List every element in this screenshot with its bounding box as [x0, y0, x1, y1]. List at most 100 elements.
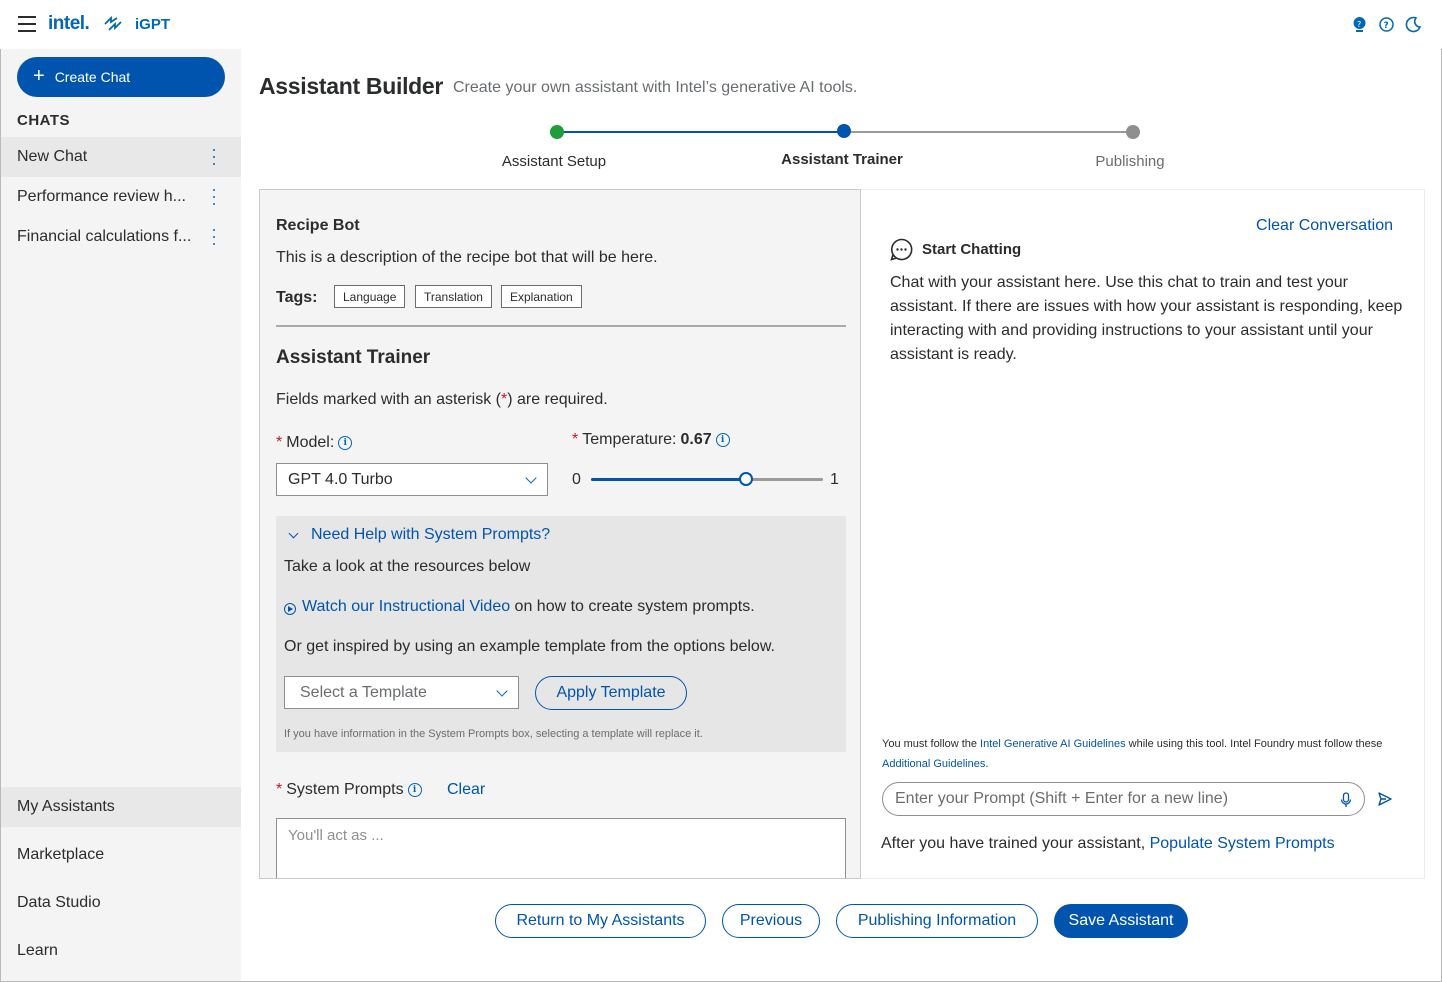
microphone-icon[interactable] — [1340, 792, 1352, 808]
additional-guidelines-link[interactable]: Additional Guidelines — [882, 758, 985, 770]
assistant-name: Recipe Bot — [276, 217, 360, 234]
temperature-label: * Temperature: 0.67 i — [572, 431, 730, 449]
nav-my-assistants[interactable]: My Assistants — [1, 787, 241, 827]
system-prompt-help: Need Help with System Prompts? Take a lo… — [276, 516, 846, 752]
previous-button[interactable]: Previous — [722, 904, 820, 938]
model-select-value: GPT 4.0 Turbo — [288, 470, 393, 488]
prompt-input-placeholder: Enter your Prompt (Shift + Enter for a n… — [895, 790, 1229, 807]
help-icon[interactable]: ? — [1378, 16, 1395, 33]
create-chat-button[interactable]: + Create Chat — [17, 57, 225, 97]
help-toggle[interactable]: Need Help with System Prompts? — [288, 526, 550, 544]
help-template-intro: Or get inspired by using an example temp… — [284, 638, 775, 655]
step-dot-trainer — [837, 124, 851, 138]
assistant-description: This is a description of the recipe bot … — [276, 249, 658, 266]
chevron-down-icon — [496, 685, 508, 697]
dark-mode-icon[interactable] — [1405, 16, 1422, 33]
help-toggle-label: Need Help with System Prompts? — [311, 526, 551, 543]
section-divider — [276, 325, 846, 327]
more-options-icon[interactable] — [213, 149, 216, 165]
instructional-video-link[interactable]: Watch our Instructional Video — [302, 598, 510, 615]
guidelines-notice: You must follow the Intel Generative AI … — [882, 734, 1402, 774]
temperature-slider-fill — [591, 478, 747, 481]
page-subtitle: Create your own assistant with Intel’s g… — [453, 79, 858, 96]
chat-item-performance-review[interactable]: Performance review h... — [1, 177, 241, 217]
nav-marketplace[interactable]: Marketplace — [1, 835, 241, 875]
plus-icon: + — [33, 65, 45, 87]
template-note: If you have information in the System Pr… — [284, 728, 703, 740]
nav-data-studio[interactable]: Data Studio — [1, 883, 241, 923]
chat-item-new-chat[interactable]: New Chat — [1, 137, 241, 177]
temperature-slider[interactable] — [591, 472, 823, 486]
nav-learn[interactable]: Learn — [1, 931, 241, 971]
step-dot-setup — [550, 125, 564, 139]
chevron-down-icon — [525, 472, 537, 484]
publishing-information-button[interactable]: Publishing Information — [836, 904, 1038, 938]
info-icon[interactable]: i — [407, 783, 422, 797]
guidelines-end: . — [985, 758, 989, 770]
chevron-down-icon — [288, 528, 299, 538]
guidelines-pre: You must follow the — [882, 738, 981, 750]
temperature-min: 0 — [572, 471, 581, 488]
temperature-slider-handle[interactable] — [739, 472, 754, 486]
system-prompts-label-text: System Prompts — [286, 781, 404, 798]
required-star: * — [572, 431, 579, 448]
play-icon — [284, 603, 296, 615]
return-to-my-assistants-button[interactable]: Return to My Assistants — [495, 904, 706, 938]
start-chatting-description: Chat with your assistant here. Use this … — [890, 274, 1403, 363]
required-star: * — [276, 434, 283, 451]
top-icons: ? ? — [1351, 16, 1422, 33]
ai-guidelines-link[interactable]: Intel Generative AI Guidelines — [980, 738, 1126, 750]
tag: Translation — [415, 285, 492, 308]
gpt-mark-icon — [104, 16, 122, 31]
guidelines-mid: while using this tool. Intel Foundry mus… — [1125, 738, 1383, 750]
chats-heading: CHATS — [17, 112, 71, 129]
trainer-title: Assistant Trainer — [276, 347, 431, 368]
menu-icon[interactable] — [18, 16, 36, 32]
system-prompts-clear-link[interactable]: Clear — [447, 781, 485, 799]
required-note-pre: Fields marked with an asterisk ( — [276, 391, 501, 408]
info-icon[interactable]: i — [715, 433, 730, 447]
help-video-suffix: on how to create system prompts. — [510, 598, 755, 615]
populate-line: After you have trained your assistant, P… — [881, 835, 1335, 853]
system-prompts-textarea[interactable]: You'll act as ... — [276, 818, 846, 878]
info-icon[interactable]: i — [338, 436, 353, 450]
send-icon[interactable] — [1377, 791, 1393, 807]
page-title: Assistant Builder — [259, 73, 444, 99]
model-select[interactable]: GPT 4.0 Turbo — [276, 463, 548, 496]
populate-system-prompts-link[interactable]: Populate System Prompts — [1150, 835, 1335, 852]
apply-template-button[interactable]: Apply Template — [535, 676, 687, 710]
required-star: * — [276, 781, 283, 798]
assistant-config-panel: Recipe Bot This is a description of the … — [259, 189, 861, 879]
user-help-icon[interactable]: ? — [1351, 16, 1368, 33]
clear-conversation-link[interactable]: Clear Conversation — [1256, 217, 1393, 235]
model-label-text: Model: — [286, 434, 335, 451]
step-label-publishing[interactable]: Publishing — [1030, 153, 1230, 170]
more-options-icon[interactable] — [213, 189, 216, 205]
step-connector-complete — [557, 131, 844, 133]
required-note: Fields marked with an asterisk (*) are r… — [276, 391, 608, 409]
step-dot-publishing — [1126, 125, 1140, 139]
template-select-placeholder: Select a Template — [300, 683, 427, 701]
step-label-setup[interactable]: Assistant Setup — [454, 153, 654, 170]
svg-text:?: ? — [1384, 21, 1389, 31]
chat-item-label: Performance review h... — [17, 188, 186, 205]
temperature-label-text: Temperature: — [582, 431, 677, 448]
chat-panel: Clear Conversation Start Chatting Chat w… — [861, 189, 1425, 879]
help-intro: Take a look at the resources below — [284, 558, 531, 575]
svg-text:?: ? — [1357, 20, 1361, 29]
prompt-input[interactable]: Enter your Prompt (Shift + Enter for a n… — [882, 782, 1365, 816]
help-video-line: Watch our Instructional Video on how to … — [284, 598, 755, 616]
save-assistant-button[interactable]: Save Assistant — [1054, 904, 1188, 938]
chat-item-financial-calculations[interactable]: Financial calculations f... — [1, 217, 241, 257]
template-select[interactable]: Select a Template — [284, 676, 519, 709]
tags-label: Tags: — [276, 289, 318, 306]
step-label-trainer[interactable]: Assistant Trainer — [742, 151, 942, 168]
populate-pre: After you have trained your assistant, — [881, 835, 1150, 852]
more-options-icon[interactable] — [213, 229, 216, 245]
system-prompts-label: * System Prompts i — [276, 781, 422, 799]
create-chat-label: Create Chat — [54, 69, 131, 85]
chat-item-label: Financial calculations f... — [17, 228, 192, 245]
igpt-logo: iGPT — [135, 16, 171, 33]
sidebar: + Create Chat CHATS New Chat Performance… — [1, 49, 241, 981]
intel-logo: intel. — [48, 13, 90, 34]
